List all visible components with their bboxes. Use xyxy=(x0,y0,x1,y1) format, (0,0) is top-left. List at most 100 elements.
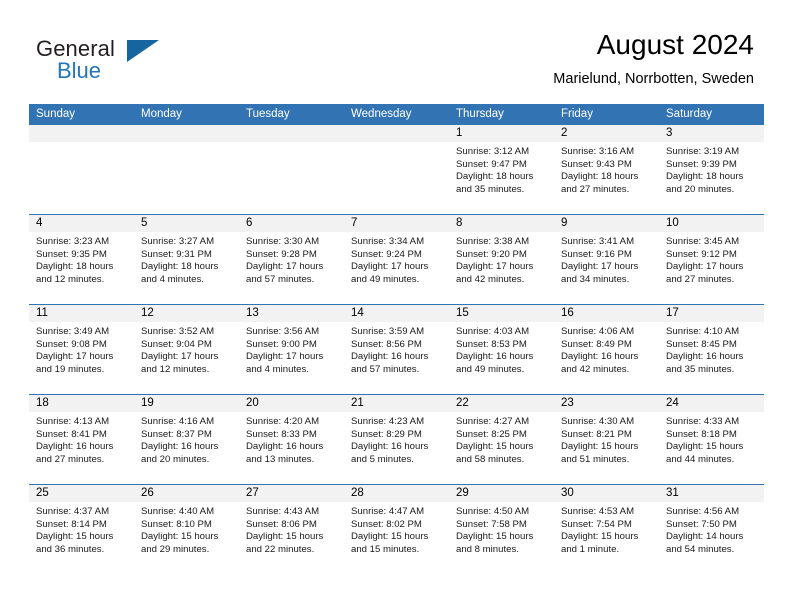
sunrise-text: Sunrise: 4:06 AM xyxy=(561,326,635,337)
daylight-text-line1: Daylight: 17 hours xyxy=(666,261,744,273)
sunset-text: Sunset: 8:37 PM xyxy=(141,428,212,440)
calendar-day-cell[interactable]: 22 Sunrise: 4:27 AM Sunset: 8:25 PM Dayligh… xyxy=(449,395,554,484)
daylight-text-line1: Daylight: 18 hours xyxy=(666,171,744,183)
calendar-day-cell[interactable]: 5 Sunrise: 3:27 AM Sunset: 9:31 PM Daylight… xyxy=(134,215,239,304)
daylight-text-line1: Daylight: 17 hours xyxy=(351,261,429,273)
calendar-week-row: 18 Sunrise: 4:13 AM Sunset: 8:41 PM Dayligh… xyxy=(29,394,764,484)
general-blue-logo[interactable]: General Blue xyxy=(36,36,236,88)
day-number: 3 xyxy=(659,125,764,142)
sunrise-text: Sunrise: 3:56 AM xyxy=(246,326,320,337)
daylight-text-line1: Daylight: 16 hours xyxy=(666,351,744,363)
weekday-header-row: Sunday Monday Tuesday Wednesday Thursday… xyxy=(29,104,764,125)
calendar-day-cell[interactable]: 17 Sunrise: 4:10 AM Sunset: 8:45 PM Dayligh… xyxy=(659,305,764,394)
sunset-text: Sunset: 8:25 PM xyxy=(456,428,527,440)
day-details: Sunrise: 3:41 AM Sunset: 9:16 PM Daylight:… xyxy=(554,232,659,286)
calendar-day-cell[interactable]: 19 Sunrise: 4:16 AM Sunset: 8:37 PM Dayligh… xyxy=(134,395,239,484)
sunrise-text: Sunrise: 3:38 AM xyxy=(456,236,530,247)
sunrise-text: Sunrise: 3:49 AM xyxy=(36,326,110,337)
sunset-text: Sunset: 8:14 PM xyxy=(36,518,107,530)
calendar-day-cell[interactable]: 11 Sunrise: 3:49 AM Sunset: 9:08 PM Dayligh… xyxy=(29,305,134,394)
day-number: 12 xyxy=(134,305,239,322)
calendar-day-cell[interactable]: 16 Sunrise: 4:06 AM Sunset: 8:49 PM Dayligh… xyxy=(554,305,659,394)
weekday-header-friday: Friday xyxy=(561,108,593,120)
calendar-day-cell[interactable]: 1 Sunrise: 3:12 AM Sunset: 9:47 PM Daylight… xyxy=(449,125,554,214)
sunrise-text: Sunrise: 3:30 AM xyxy=(246,236,320,247)
calendar-day-cell[interactable]: 13 Sunrise: 3:56 AM Sunset: 9:00 PM Dayligh… xyxy=(239,305,344,394)
day-details: Sunrise: 4:30 AM Sunset: 8:21 PM Daylight:… xyxy=(554,412,659,466)
daylight-text-line1: Daylight: 16 hours xyxy=(141,441,219,453)
calendar-day-cell[interactable]: 6 Sunrise: 3:30 AM Sunset: 9:28 PM Daylight… xyxy=(239,215,344,304)
calendar-day-cell[interactable]: 21 Sunrise: 4:23 AM Sunset: 8:29 PM Dayligh… xyxy=(344,395,449,484)
calendar-day-cell[interactable]: 24 Sunrise: 4:33 AM Sunset: 8:18 PM Dayligh… xyxy=(659,395,764,484)
sunset-text: Sunset: 9:24 PM xyxy=(351,248,422,260)
day-details: Sunrise: 3:27 AM Sunset: 9:31 PM Daylight:… xyxy=(134,232,239,286)
daylight-text-line1: Daylight: 16 hours xyxy=(456,351,534,363)
daylight-text-line2: and 35 minutes. xyxy=(666,363,735,375)
sunrise-text: Sunrise: 3:23 AM xyxy=(36,236,110,247)
calendar-week-row: 11 Sunrise: 3:49 AM Sunset: 9:08 PM Dayligh… xyxy=(29,304,764,394)
daylight-text-line2: and 29 minutes. xyxy=(141,543,210,555)
sunset-text: Sunset: 8:29 PM xyxy=(351,428,422,440)
sunrise-text: Sunrise: 4:43 AM xyxy=(246,506,320,517)
calendar-day-cell[interactable]: 30 Sunrise: 4:53 AM Sunset: 7:54 PM Dayligh… xyxy=(554,485,659,574)
calendar-week-row: 25 Sunrise: 4:37 AM Sunset: 8:14 PM Dayligh… xyxy=(29,484,764,574)
sunrise-text: Sunrise: 4:50 AM xyxy=(456,506,530,517)
calendar-day-cell[interactable]: 28 Sunrise: 4:47 AM Sunset: 8:02 PM Dayligh… xyxy=(344,485,449,574)
sunrise-text: Sunrise: 4:53 AM xyxy=(561,506,635,517)
triangle-icon xyxy=(127,40,159,62)
day-number: 10 xyxy=(659,215,764,232)
calendar-day-cell[interactable]: 20 Sunrise: 4:20 AM Sunset: 8:33 PM Dayligh… xyxy=(239,395,344,484)
day-number: 30 xyxy=(554,485,659,502)
calendar-day-cell[interactable]: 3 Sunrise: 3:19 AM Sunset: 9:39 PM Daylight… xyxy=(659,125,764,214)
calendar-day-cell[interactable]: 12 Sunrise: 3:52 AM Sunset: 9:04 PM Dayligh… xyxy=(134,305,239,394)
day-number: 25 xyxy=(29,485,134,502)
sunset-text: Sunset: 7:50 PM xyxy=(666,518,737,530)
day-number: 11 xyxy=(29,305,134,322)
daylight-text-line2: and 15 minutes. xyxy=(351,543,420,555)
weekday-header-sunday: Sunday xyxy=(36,108,76,120)
daylight-text-line1: Daylight: 17 hours xyxy=(36,351,114,363)
sunset-text: Sunset: 9:12 PM xyxy=(666,248,737,260)
calendar-day-cell[interactable]: 7 Sunrise: 3:34 AM Sunset: 9:24 PM Daylight… xyxy=(344,215,449,304)
calendar-day-cell[interactable]: 18 Sunrise: 4:13 AM Sunset: 8:41 PM Dayligh… xyxy=(29,395,134,484)
daylight-text-line1: Daylight: 18 hours xyxy=(36,261,114,273)
sunset-text: Sunset: 8:41 PM xyxy=(36,428,107,440)
day-details: Sunrise: 3:23 AM Sunset: 9:35 PM Daylight:… xyxy=(29,232,134,286)
calendar-day-cell[interactable]: 8 Sunrise: 3:38 AM Sunset: 9:20 PM Daylight… xyxy=(449,215,554,304)
sunrise-text: Sunrise: 3:19 AM xyxy=(666,146,740,157)
day-number: 29 xyxy=(449,485,554,502)
day-details: Sunrise: 4:53 AM Sunset: 7:54 PM Daylight:… xyxy=(554,502,659,556)
calendar-day-cell[interactable]: 10 Sunrise: 3:45 AM Sunset: 9:12 PM Dayligh… xyxy=(659,215,764,304)
daylight-text-line1: Daylight: 16 hours xyxy=(36,441,114,453)
sunrise-text: Sunrise: 4:20 AM xyxy=(246,416,320,427)
calendar-day-cell[interactable]: 14 Sunrise: 3:59 AM Sunset: 8:56 PM Dayligh… xyxy=(344,305,449,394)
calendar-day-cell-empty xyxy=(134,125,239,214)
daylight-text-line2: and 19 minutes. xyxy=(36,363,105,375)
daylight-text-line2: and 35 minutes. xyxy=(456,183,525,195)
day-number: 13 xyxy=(239,305,344,322)
day-details: Sunrise: 3:38 AM Sunset: 9:20 PM Daylight:… xyxy=(449,232,554,286)
sunset-text: Sunset: 9:04 PM xyxy=(141,338,212,350)
day-number: 7 xyxy=(344,215,449,232)
daylight-text-line1: Daylight: 17 hours xyxy=(141,351,219,363)
day-number: 15 xyxy=(449,305,554,322)
daylight-text-line2: and 27 minutes. xyxy=(36,453,105,465)
day-details: Sunrise: 4:20 AM Sunset: 8:33 PM Daylight:… xyxy=(239,412,344,466)
sunset-text: Sunset: 9:39 PM xyxy=(666,158,737,170)
calendar-day-cell[interactable]: 2 Sunrise: 3:16 AM Sunset: 9:43 PM Daylight… xyxy=(554,125,659,214)
calendar-day-cell[interactable]: 26 Sunrise: 4:40 AM Sunset: 8:10 PM Dayligh… xyxy=(134,485,239,574)
calendar-day-cell[interactable]: 4 Sunrise: 3:23 AM Sunset: 9:35 PM Daylight… xyxy=(29,215,134,304)
page-header: General Blue August 2024 Marielund, Norr… xyxy=(0,0,792,100)
calendar-day-cell[interactable]: 27 Sunrise: 4:43 AM Sunset: 8:06 PM Dayligh… xyxy=(239,485,344,574)
calendar-day-cell[interactable]: 23 Sunrise: 4:30 AM Sunset: 8:21 PM Dayligh… xyxy=(554,395,659,484)
calendar-day-cell[interactable]: 29 Sunrise: 4:50 AM Sunset: 7:58 PM Dayligh… xyxy=(449,485,554,574)
calendar-day-cell[interactable]: 9 Sunrise: 3:41 AM Sunset: 9:16 PM Daylight… xyxy=(554,215,659,304)
calendar-day-cell[interactable]: 25 Sunrise: 4:37 AM Sunset: 8:14 PM Dayligh… xyxy=(29,485,134,574)
sunrise-text: Sunrise: 4:23 AM xyxy=(351,416,425,427)
day-details: Sunrise: 4:47 AM Sunset: 8:02 PM Daylight:… xyxy=(344,502,449,556)
calendar-day-cell[interactable]: 31 Sunrise: 4:56 AM Sunset: 7:50 PM Dayligh… xyxy=(659,485,764,574)
calendar-day-cell[interactable]: 15 Sunrise: 4:03 AM Sunset: 8:53 PM Dayligh… xyxy=(449,305,554,394)
sunset-text: Sunset: 8:06 PM xyxy=(246,518,317,530)
day-details: Sunrise: 4:06 AM Sunset: 8:49 PM Daylight:… xyxy=(554,322,659,376)
sunset-text: Sunset: 8:56 PM xyxy=(351,338,422,350)
